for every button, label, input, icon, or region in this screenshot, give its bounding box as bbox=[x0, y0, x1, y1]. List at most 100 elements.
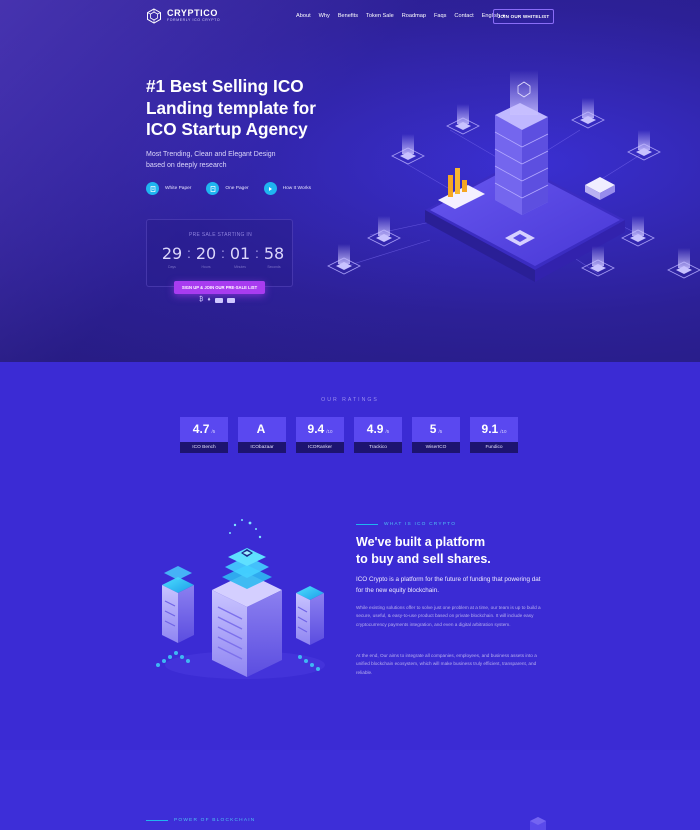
rating-score-box: 9.1 /10 bbox=[470, 417, 518, 442]
rating-score: A bbox=[256, 422, 266, 436]
rating-scale: /5 bbox=[211, 429, 216, 434]
nav-links: About Why Benefits Token Sale Roadmap Fa… bbox=[296, 13, 514, 19]
rating-score-box: 4.9 /5 bbox=[354, 417, 402, 442]
one-pager-link[interactable]: One Pager bbox=[206, 182, 249, 195]
ratings-heading: OUR RATINGS bbox=[321, 397, 379, 403]
nav-link-roadmap[interactable]: Roadmap bbox=[402, 13, 426, 19]
presale-signup-button[interactable]: SIGN UP & JOIN OUR PRE-SALE LIST bbox=[174, 281, 265, 294]
hero-subtitle: Most Trending, Clean and Elegant Design … bbox=[146, 149, 306, 171]
rating-score: 9.4 bbox=[307, 422, 325, 436]
visa-icon bbox=[214, 297, 223, 303]
rating-scale: /5 bbox=[385, 429, 390, 434]
about-eyebrow: WHAT IS ICO CRYPTO bbox=[356, 522, 456, 527]
eyebrow-line bbox=[356, 524, 378, 525]
countdown-minutes: 01 Minutes bbox=[228, 244, 252, 270]
mastercard-icon bbox=[226, 297, 235, 303]
rating-score: 9.1 bbox=[481, 422, 499, 436]
cube-decoration-icon bbox=[530, 817, 546, 830]
countdown-separator: : bbox=[221, 245, 225, 261]
rating-card[interactable]: 9.1 /10 Fundico bbox=[470, 417, 518, 453]
about-title-line: to buy and sell shares. bbox=[356, 552, 491, 566]
rating-scale: /5 bbox=[438, 429, 443, 434]
rating-score: 4.7 bbox=[192, 422, 210, 436]
countdown-label: Seconds bbox=[267, 265, 281, 269]
brand-tagline: FORMERLY ICO CRYPTO bbox=[167, 18, 221, 22]
rating-scale: /10 bbox=[326, 429, 333, 434]
presale-title: PRE SALE STARTING IN bbox=[188, 232, 253, 238]
rating-score: 4.9 bbox=[366, 422, 384, 436]
countdown-value: 58 bbox=[263, 244, 285, 263]
rating-score: 5 bbox=[429, 422, 437, 436]
nav-link-contact[interactable]: Contact bbox=[454, 13, 473, 19]
countdown-days: 29 Days bbox=[160, 244, 184, 270]
countdown-value: 01 bbox=[229, 244, 251, 263]
rating-card[interactable]: A ICObazaar bbox=[238, 417, 286, 453]
nav-link-token-sale[interactable]: Token Sale bbox=[366, 13, 394, 19]
blockchain-eyebrow-text: POWER OF BLOCKCHAIN bbox=[174, 818, 256, 823]
document-icon bbox=[146, 182, 159, 195]
rating-scale: /10 bbox=[500, 429, 507, 434]
rating-score-box: 9.4 /10 bbox=[296, 417, 344, 442]
countdown-label: Minutes bbox=[234, 265, 246, 269]
countdown-label: Days bbox=[168, 265, 176, 269]
white-paper-link[interactable]: White Paper bbox=[146, 182, 191, 195]
nav-link-faqs[interactable]: Faqs bbox=[434, 13, 446, 19]
ethereum-icon: ♦ bbox=[207, 297, 211, 303]
white-paper-label: White Paper bbox=[165, 186, 192, 191]
about-paragraph: At the end, Our aims to integrate all co… bbox=[356, 653, 537, 675]
rating-card[interactable]: 4.9 /5 Trackico bbox=[354, 417, 402, 453]
about-title: We've built a platform to buy and sell s… bbox=[356, 534, 556, 568]
hero-subtitle-line: based on deeply research bbox=[146, 162, 227, 169]
rating-card[interactable]: 9.4 /10 ICORanker bbox=[296, 417, 344, 453]
about-eyebrow-text: WHAT IS ICO CRYPTO bbox=[384, 522, 457, 527]
presale-countdown-box: PRE SALE STARTING IN 29 Days : 20 Hours … bbox=[146, 219, 293, 287]
rating-source: Trackico bbox=[354, 442, 402, 453]
rating-card[interactable]: 4.7 /5 ICO Bench bbox=[180, 417, 228, 453]
countdown-timer: 29 Days : 20 Hours : 01 Minutes : 58 Sec… bbox=[160, 244, 286, 270]
rating-card[interactable]: 5 /5 WiserICO bbox=[412, 417, 460, 453]
about-lead: ICO Crypto is a platform for the future … bbox=[356, 576, 541, 594]
rating-score-box: A bbox=[238, 417, 286, 442]
payment-icons: ₿ ♦ bbox=[199, 297, 235, 303]
hero-section: CRYPTICO FORMERLY ICO CRYPTO About Why B… bbox=[0, 0, 700, 362]
nav-link-why[interactable]: Why bbox=[319, 13, 330, 19]
how-it-works-label: How It Works bbox=[282, 186, 312, 191]
blockchain-isometric-illustration bbox=[327, 70, 700, 282]
rating-source: ICObazaar bbox=[238, 442, 286, 453]
join-whitelist-button[interactable]: JOIN OUR WHITELIST bbox=[493, 9, 554, 24]
countdown-value: 20 bbox=[195, 244, 217, 263]
rating-source: WiserICO bbox=[412, 442, 460, 453]
about-title-line: We've built a platform bbox=[356, 535, 486, 549]
page-icon bbox=[206, 182, 220, 195]
countdown-seconds: 58 Seconds bbox=[262, 244, 286, 270]
logo-cube-icon bbox=[147, 8, 161, 24]
countdown-separator: : bbox=[187, 245, 191, 261]
one-pager-label: One Pager bbox=[225, 186, 249, 191]
nav-link-benefits[interactable]: Benefits bbox=[338, 13, 358, 19]
blockchain-eyebrow: POWER OF BLOCKCHAIN bbox=[146, 818, 255, 823]
rating-source: ICO Bench bbox=[180, 442, 228, 453]
countdown-hours: 20 Hours bbox=[194, 244, 218, 270]
rating-source: Fundico bbox=[470, 442, 518, 453]
how-it-works-link[interactable]: How It Works bbox=[263, 182, 312, 195]
data-center-illustration bbox=[156, 519, 325, 679]
eyebrow-line bbox=[146, 820, 168, 821]
nav-link-about[interactable]: About bbox=[296, 13, 311, 19]
hero-links: White Paper One Pager How It Works bbox=[146, 182, 326, 195]
about-paragraph: While existing solutions offer to solve … bbox=[356, 605, 541, 627]
rating-score-box: 4.7 /5 bbox=[180, 417, 228, 442]
hero-subtitle-line: Most Trending, Clean and Elegant Design bbox=[146, 151, 276, 158]
countdown-separator: : bbox=[255, 245, 259, 261]
ratings-list: 4.7 /5 ICO Bench A ICObazaar 9.4 /10 ICO… bbox=[180, 417, 528, 453]
ratings-section: OUR RATINGS 4.7 /5 ICO Bench A ICObazaar… bbox=[0, 362, 700, 750]
navbar: CRYPTICO FORMERLY ICO CRYPTO About Why B… bbox=[0, 0, 700, 34]
countdown-label: Hours bbox=[201, 265, 211, 269]
brand-name: CRYPTICO bbox=[167, 8, 218, 18]
blockchain-section: POWER OF BLOCKCHAIN bbox=[0, 750, 700, 830]
rating-source: ICORanker bbox=[296, 442, 344, 453]
logo[interactable]: CRYPTICO FORMERLY ICO CRYPTO bbox=[146, 8, 220, 24]
bitcoin-icon: ₿ bbox=[199, 297, 204, 303]
rating-score-box: 5 /5 bbox=[412, 417, 460, 442]
countdown-value: 29 bbox=[161, 244, 183, 263]
play-icon bbox=[263, 182, 277, 195]
